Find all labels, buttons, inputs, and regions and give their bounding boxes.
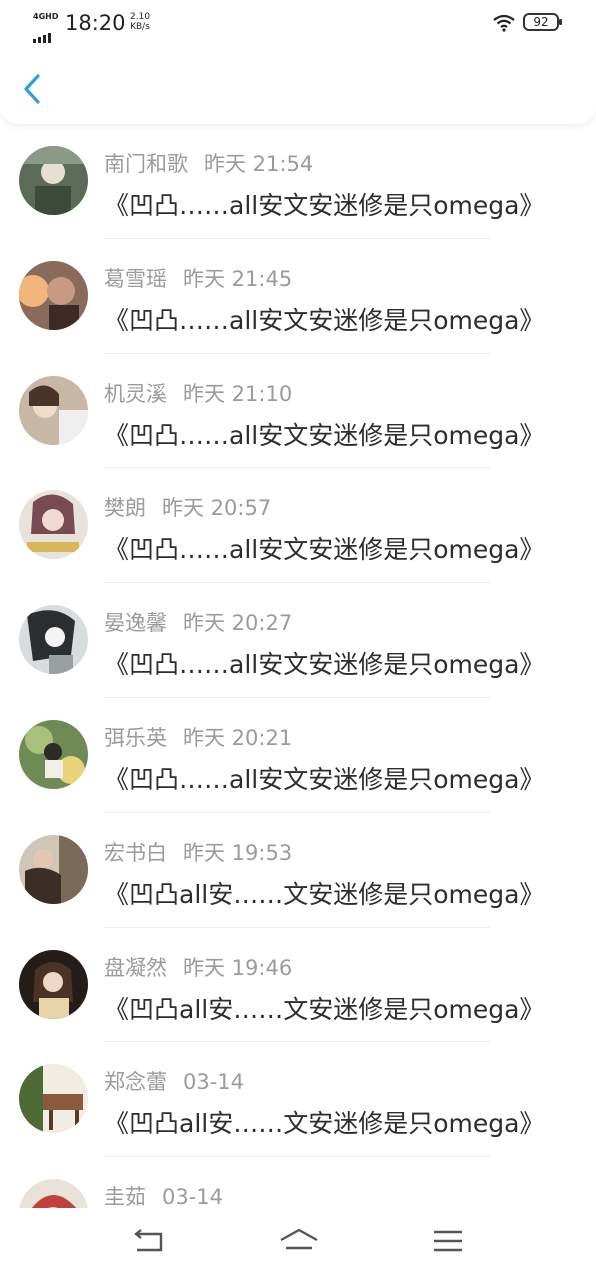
sender-name: 弭乐英 [104, 725, 167, 750]
battery-icon: 92 [523, 13, 562, 31]
message-time: 昨天 21:54 [204, 152, 314, 176]
message-preview: 《凹凸all安……文安迷修是只omega》 [104, 1109, 545, 1139]
message-preview: 《凹凸all安……文安迷修是只omega》 [104, 879, 545, 909]
avatar[interactable] [19, 490, 88, 560]
message-preview: 《凹凸……all安文安迷修是只omega》 [104, 305, 545, 335]
list-item[interactable]: 盘凝然 昨天 19:46 《凹凸all安……文安迷修是只omega》 [0, 928, 596, 1043]
sender-line: 机灵溪 昨天 21:10 [104, 378, 292, 408]
sender-name: 郑念蕾 [104, 1070, 167, 1095]
list-item[interactable]: 宏书白 昨天 19:53 《凹凸all安……文安迷修是只omega》 [0, 813, 596, 928]
message-preview: 《凹凸……all安文安迷修是只omega》 [104, 764, 545, 794]
avatar[interactable] [19, 375, 88, 445]
list-item[interactable]: 南门和歌 昨天 21:54 《凹凸……all安文安迷修是只omega》 [0, 124, 596, 239]
message-time: 昨天 21:10 [183, 381, 293, 406]
avatar[interactable] [19, 1064, 88, 1134]
sender-line: 盘凝然 昨天 19:46 [104, 952, 292, 982]
sender-line: 宏书白 昨天 19:53 [104, 837, 292, 867]
message-time: 昨天 19:53 [183, 840, 293, 865]
sender-line: 南门和歌 昨天 21:54 [104, 148, 313, 178]
home-icon[interactable] [278, 1226, 320, 1256]
list-item[interactable]: 弭乐英 昨天 20:21 《凹凸……all安文安迷修是只omega》 [0, 698, 596, 813]
menu-icon[interactable] [430, 1226, 466, 1256]
list-item[interactable]: 樊朗 昨天 20:57 《凹凸……all安文安迷修是只omega》 [0, 468, 596, 584]
sender-name: 宏书白 [104, 840, 167, 865]
list-item[interactable]: 葛雪瑶 昨天 21:45 《凹凸……all安文安迷修是只omega》 [0, 239, 596, 354]
message-time: 昨天 20:21 [183, 725, 293, 750]
list-item[interactable]: 圭茹 03-14 [0, 1157, 596, 1208]
sender-name: 盘凝然 [104, 955, 167, 980]
message-preview: 《凹凸……all安文安迷修是只omega》 [104, 535, 545, 565]
avatar[interactable] [19, 1179, 88, 1208]
sender-name: 晏逸馨 [104, 611, 167, 636]
back-chevron-icon[interactable] [18, 72, 46, 106]
avatar[interactable] [19, 605, 88, 675]
list-item[interactable]: 郑念蕾 03-14 《凹凸all安……文安迷修是只omega》 [0, 1042, 596, 1158]
sender-line: 葛雪瑶 昨天 21:45 [104, 263, 292, 293]
message-list: 南门和歌 昨天 21:54 《凹凸……all安文安迷修是只omega》 葛雪瑶 昨天… [0, 124, 596, 1208]
status-time: 18:20 [65, 11, 126, 35]
sender-line: 圭茹 03-14 [104, 1181, 223, 1208]
network-speed: 2.10 KB/s [130, 12, 150, 32]
sender-line: 樊朗 昨天 20:57 [104, 492, 271, 522]
avatar[interactable] [19, 949, 88, 1019]
wifi-icon [493, 14, 515, 32]
sender-name: 圭茹 [104, 1185, 146, 1208]
message-preview: 《凹凸……all安文安迷修是只omega》 [104, 191, 545, 220]
list-item[interactable]: 晏逸馨 昨天 20:27 《凹凸……all安文安迷修是只omega》 [0, 583, 596, 698]
message-time: 03-14 [183, 1070, 245, 1095]
message-time: 昨天 21:45 [183, 266, 293, 291]
message-time: 03-14 [162, 1185, 224, 1208]
sender-name: 樊朗 [104, 496, 146, 521]
sender-name: 机灵溪 [104, 381, 167, 406]
message-preview: 《凹凸……all安文安迷修是只omega》 [104, 420, 545, 450]
signal-bars-icon [33, 24, 53, 43]
message-preview: 《凹凸……all安文安迷修是只omega》 [104, 650, 545, 680]
sender-line: 郑念蕾 03-14 [104, 1066, 244, 1096]
message-time: 昨天 20:27 [183, 611, 293, 636]
sender-line: 弭乐英 昨天 20:21 [104, 722, 292, 752]
back-icon[interactable] [131, 1226, 167, 1256]
network-speed-unit: KB/s [130, 22, 150, 32]
avatar[interactable] [19, 719, 88, 789]
message-time: 昨天 19:46 [183, 955, 293, 980]
message-preview: 《凹凸all安……文安迷修是只omega》 [104, 994, 545, 1024]
network-speed-value: 2.10 [130, 12, 151, 22]
message-time: 昨天 20:57 [162, 496, 272, 521]
signal-indicator: 4GHD [33, 12, 59, 43]
screen: 4GHD 18:20 2.10 KB/s 92 南门和歌 昨天 21:54 《凹… [0, 0, 596, 1278]
avatar[interactable] [19, 260, 88, 330]
avatar[interactable] [19, 146, 88, 215]
sender-line: 晏逸馨 昨天 20:27 [104, 607, 292, 637]
system-nav-bar [0, 1208, 596, 1278]
avatar[interactable] [19, 834, 88, 904]
network-type: 4GHD [33, 12, 59, 21]
status-bar: 4GHD 18:20 2.10 KB/s 92 [0, 0, 596, 48]
sender-name: 葛雪瑶 [104, 266, 167, 291]
sender-name: 南门和歌 [104, 152, 188, 176]
header-bar [0, 48, 596, 124]
list-item[interactable]: 机灵溪 昨天 21:10 《凹凸……all安文安迷修是只omega》 [0, 354, 596, 469]
